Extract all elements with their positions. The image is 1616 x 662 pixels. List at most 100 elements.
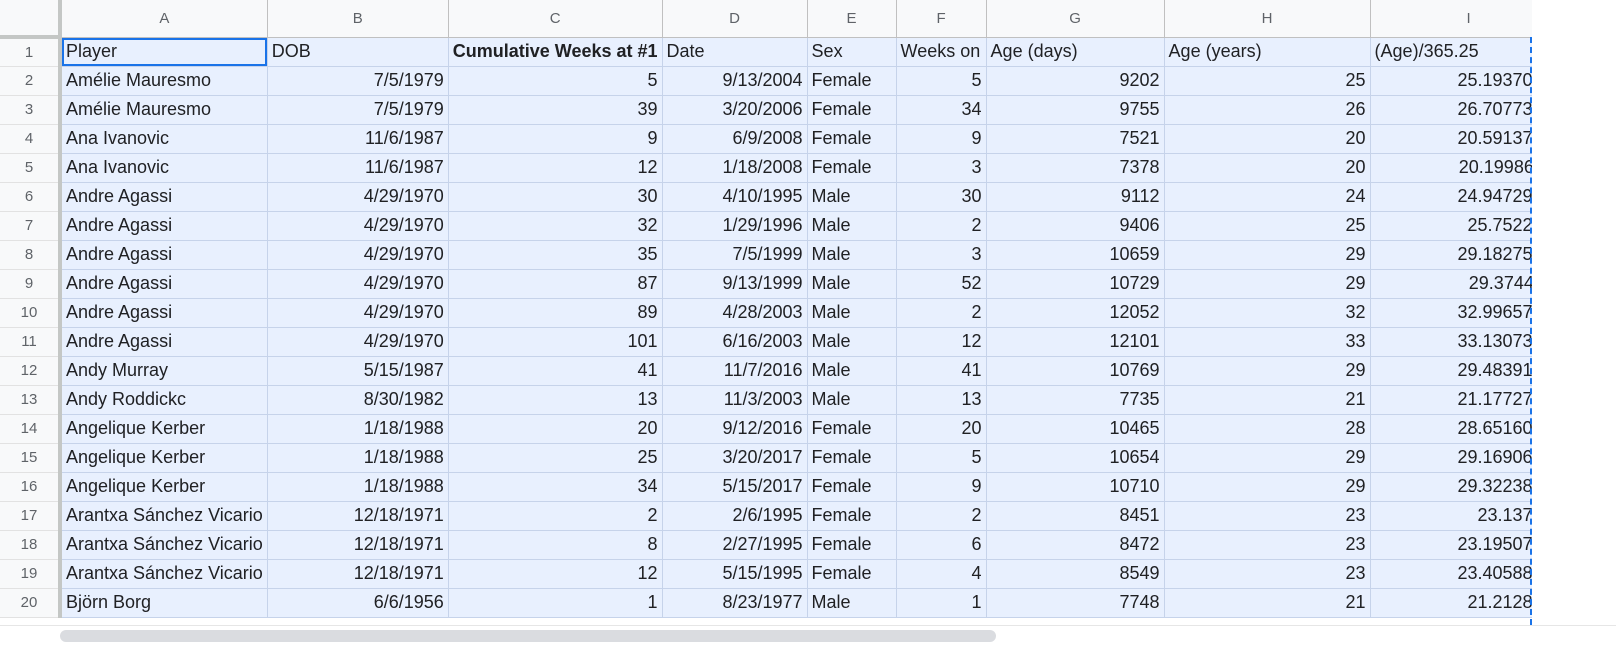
cell-d[interactable]: 6/9/2008 [662, 124, 808, 154]
cell-a[interactable]: Ana Ivanovic [60, 124, 268, 154]
cell-g[interactable]: 8451 [986, 501, 1165, 531]
cell-b[interactable]: 12/18/1971 [267, 530, 449, 560]
cell-c[interactable]: 30 [448, 182, 663, 212]
cell-d[interactable]: 3/20/2006 [662, 95, 808, 125]
cell-h[interactable]: 25 [1164, 211, 1371, 241]
cell-g[interactable]: 7748 [986, 588, 1165, 618]
cell-g[interactable]: 10465 [986, 414, 1165, 444]
cell-b[interactable]: 12/18/1971 [267, 501, 449, 531]
cell-a[interactable]: Amélie Mauresmo [60, 95, 268, 125]
cell-c[interactable]: 2 [448, 501, 663, 531]
cell-f[interactable]: 30 [896, 182, 987, 212]
cell-a[interactable]: Andre Agassi [60, 269, 268, 299]
cell-c[interactable]: 25 [448, 443, 663, 473]
cell-a[interactable]: Andre Agassi [60, 182, 268, 212]
column-header-h[interactable]: H [1164, 0, 1371, 38]
cell-a[interactable]: Angelique Kerber [60, 472, 268, 502]
cell-c[interactable]: 12 [448, 559, 663, 589]
cell-b[interactable]: 4/29/1970 [267, 298, 449, 328]
cell-e[interactable]: Female [807, 559, 897, 589]
cell-d[interactable]: 4/10/1995 [662, 182, 808, 212]
cell-f[interactable]: 20 [896, 414, 987, 444]
cell-b[interactable]: 4/29/1970 [267, 240, 449, 270]
cell-c[interactable]: 1 [448, 588, 663, 618]
cell-c[interactable]: 89 [448, 298, 663, 328]
cell-c[interactable]: 8 [448, 530, 663, 560]
cell-f[interactable]: 41 [896, 356, 987, 386]
cell-c[interactable]: 34 [448, 472, 663, 502]
cell-g[interactable]: 7521 [986, 124, 1165, 154]
row-number[interactable]: 11 [0, 327, 62, 357]
cell-c[interactable]: 32 [448, 211, 663, 241]
cell-g[interactable]: 12052 [986, 298, 1165, 328]
cell-e[interactable]: Female [807, 66, 897, 96]
cell-a[interactable]: Angelique Kerber [60, 414, 268, 444]
cell-e[interactable]: Female [807, 472, 897, 502]
cell-f[interactable]: 6 [896, 530, 987, 560]
cell-f[interactable]: 3 [896, 240, 987, 270]
cell-h[interactable]: 20 [1164, 153, 1371, 183]
cell-h[interactable]: 20 [1164, 124, 1371, 154]
cell-a[interactable]: Angelique Kerber [60, 443, 268, 473]
cell-e[interactable]: Male [807, 298, 897, 328]
row-number[interactable]: 6 [0, 182, 62, 212]
row-number[interactable]: 14 [0, 414, 62, 444]
cell-f[interactable]: 2 [896, 501, 987, 531]
row-number[interactable]: 10 [0, 298, 62, 328]
cell-b[interactable]: 11/6/1987 [267, 153, 449, 183]
column-header-c[interactable]: C [448, 0, 663, 38]
cell-h[interactable]: 29 [1164, 472, 1371, 502]
cell-g[interactable]: 9202 [986, 66, 1165, 96]
horizontal-scrollbar[interactable] [0, 625, 1616, 662]
select-all-corner[interactable] [0, 0, 62, 39]
cell-a[interactable]: Andre Agassi [60, 327, 268, 357]
row-number[interactable]: 9 [0, 269, 62, 299]
cell-a[interactable]: Andre Agassi [60, 298, 268, 328]
cell-h[interactable]: 29 [1164, 269, 1371, 299]
header-cell-f[interactable]: Weeks on [896, 37, 987, 67]
cell-e[interactable]: Female [807, 153, 897, 183]
header-cell-d[interactable]: Date [662, 37, 808, 67]
row-number[interactable]: 7 [0, 211, 62, 241]
cell-h[interactable]: 23 [1164, 559, 1371, 589]
cell-f[interactable]: 34 [896, 95, 987, 125]
cell-c[interactable]: 101 [448, 327, 663, 357]
cell-h[interactable]: 25 [1164, 66, 1371, 96]
row-number[interactable]: 4 [0, 124, 62, 154]
row-number[interactable]: 1 [0, 37, 62, 67]
cell-h[interactable]: 28 [1164, 414, 1371, 444]
row-number[interactable]: 13 [0, 385, 62, 415]
header-cell-h[interactable]: Age (years) [1164, 37, 1371, 67]
cell-g[interactable]: 8549 [986, 559, 1165, 589]
cell-h[interactable]: 24 [1164, 182, 1371, 212]
cell-f[interactable]: 52 [896, 269, 987, 299]
cell-e[interactable]: Male [807, 182, 897, 212]
cell-g[interactable]: 8472 [986, 530, 1165, 560]
header-cell-c[interactable]: Cumulative Weeks at #1 [448, 37, 663, 67]
cell-g[interactable]: 12101 [986, 327, 1165, 357]
header-cell-a[interactable]: Player [60, 37, 268, 67]
cell-g[interactable]: 7735 [986, 385, 1165, 415]
cell-a[interactable]: Amélie Mauresmo [60, 66, 268, 96]
cell-b[interactable]: 6/6/1956 [267, 588, 449, 618]
cell-h[interactable]: 29 [1164, 443, 1371, 473]
cell-h[interactable]: 26 [1164, 95, 1371, 125]
cell-h[interactable]: 29 [1164, 240, 1371, 270]
cell-c[interactable]: 41 [448, 356, 663, 386]
cell-h[interactable]: 23 [1164, 530, 1371, 560]
cell-d[interactable]: 2/6/1995 [662, 501, 808, 531]
cell-f[interactable]: 12 [896, 327, 987, 357]
cell-d[interactable]: 7/5/1999 [662, 240, 808, 270]
cell-h[interactable]: 21 [1164, 385, 1371, 415]
column-header-b[interactable]: B [267, 0, 449, 38]
cell-h[interactable]: 29 [1164, 356, 1371, 386]
row-number[interactable]: 3 [0, 95, 62, 125]
cell-d[interactable]: 9/13/2004 [662, 66, 808, 96]
cell-a[interactable]: Andy Roddickc [60, 385, 268, 415]
cell-h[interactable]: 33 [1164, 327, 1371, 357]
cell-g[interactable]: 10710 [986, 472, 1165, 502]
cell-f[interactable]: 3 [896, 153, 987, 183]
row-number[interactable]: 12 [0, 356, 62, 386]
cell-g[interactable]: 10769 [986, 356, 1165, 386]
cell-e[interactable]: Male [807, 356, 897, 386]
